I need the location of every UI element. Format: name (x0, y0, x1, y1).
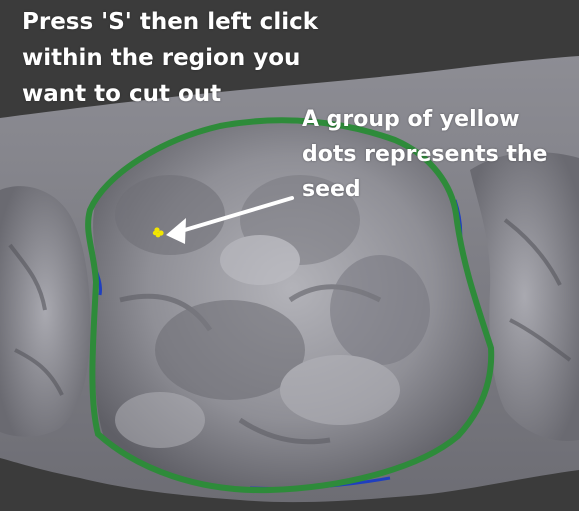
instruction-text: Press 'S' then left click within the reg… (22, 4, 318, 112)
instruction-line-3: want to cut out (22, 81, 222, 107)
annotation-line-1: A group of yellow (302, 107, 520, 132)
instruction-line-1: Press 'S' then left click (22, 9, 319, 35)
3d-viewport[interactable]: Press 'S' then left click within the reg… (0, 0, 579, 511)
annotation-line-3: seed (302, 177, 361, 202)
seed-annotation-text: A group of yellow dots represents the se… (302, 102, 547, 207)
instruction-line-2: within the region you (22, 45, 301, 71)
annotation-line-2: dots represents the (302, 142, 548, 167)
